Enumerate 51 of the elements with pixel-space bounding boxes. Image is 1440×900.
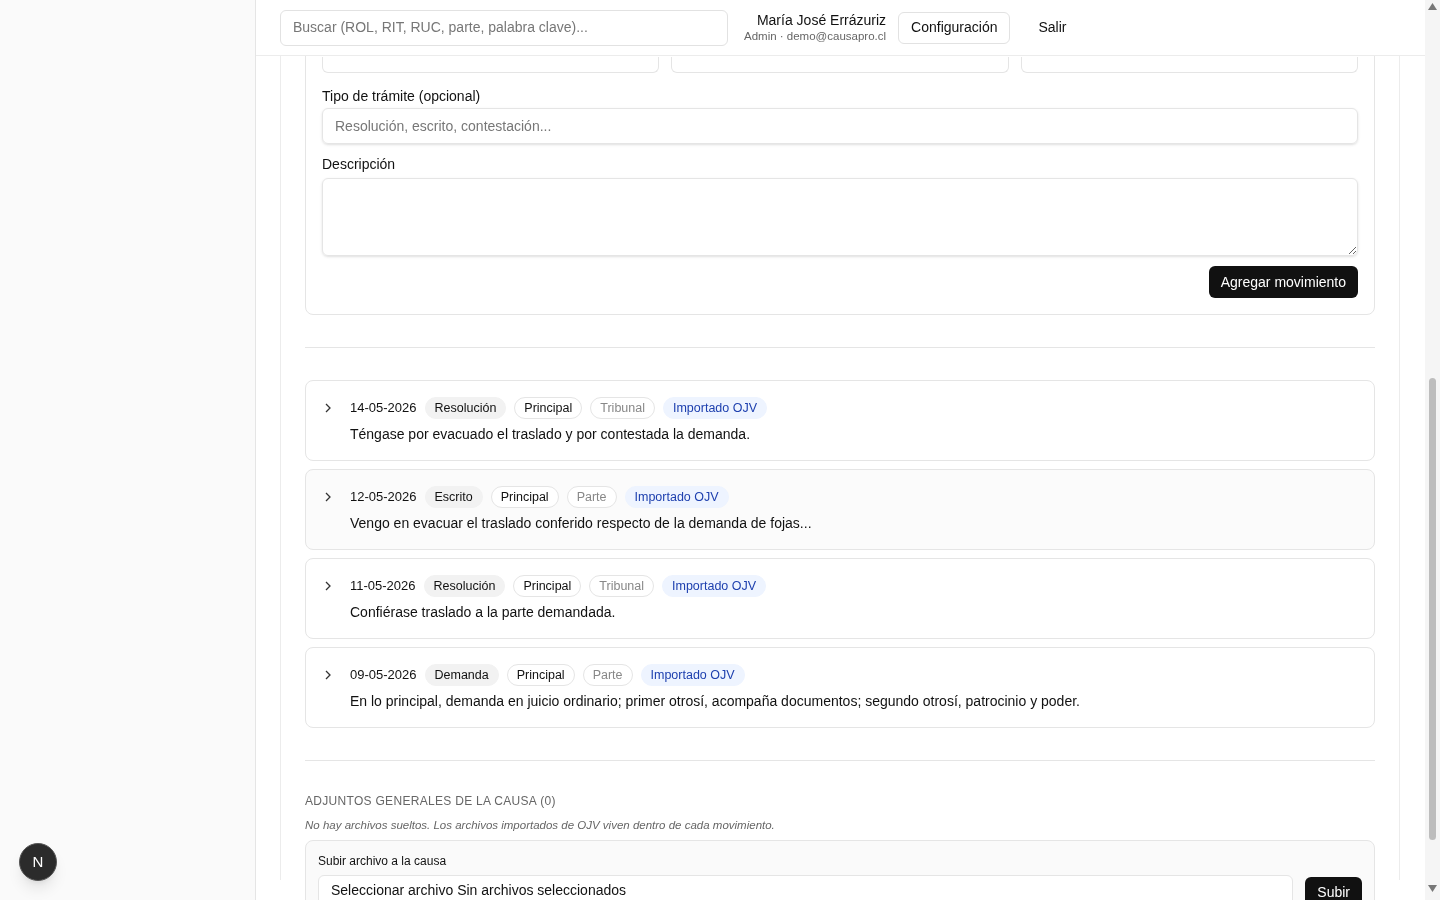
movement-description: Vengo en evacuar el traslado conferido respecto de la demanda de fojas... (350, 514, 813, 533)
section-heading: ADJUNTOS GENERALES DE LA CAUSA (0) (305, 793, 557, 809)
movement-description: Confiérase traslado a la parte demandada. (350, 603, 617, 622)
user-email: Admin · demo@causapro.cl (744, 29, 887, 44)
field-label: Descripción (322, 155, 397, 173)
field-label: Tipo de trámite (opcional) (322, 87, 482, 105)
upload-button[interactable]: Subir (1305, 877, 1362, 900)
tag: Parte (566, 486, 617, 508)
upload-label: Subir archivo a la causa (318, 853, 448, 869)
input-field[interactable] (671, 57, 1009, 73)
scroll-up-icon[interactable] (1428, 3, 1437, 10)
movement-card[interactable]: 12-05-2026 Escrito Principal Parte Importado OJV Vengo en evacuar el traslado conferido respecto de la demanda de fojas... (305, 469, 1375, 550)
description-field[interactable] (322, 178, 1358, 256)
select-field[interactable] (1020, 57, 1358, 73)
tag: Principal (506, 664, 575, 686)
logout-button[interactable]: Salir (1026, 11, 1079, 44)
search-field[interactable]: Buscar (ROL, RIT, RUC, parte, palabra clave)... (280, 9, 728, 46)
movement-date: 09-05-2026 (350, 666, 417, 685)
text-input[interactable]: Resolución, escrito, contestación... (322, 108, 1358, 144)
tag: Resolución (423, 575, 506, 597)
empty-note: No hay archivos sueltos. Los archivos importados de OJV viven dentro de cada movimiento. (305, 818, 776, 833)
movement-card[interactable]: 14-05-2026 Resolución Principal Tribunal Importado OJV Téngase por evacuado el traslado y por contestada la demanda. (305, 380, 1375, 461)
user-name: María José Errázuriz (756, 11, 887, 30)
tag: Importado OJV (663, 397, 768, 419)
settings-button[interactable]: Configuración (898, 11, 1011, 44)
tag: Principal (490, 486, 559, 508)
tag: Importado OJV (640, 664, 745, 686)
tag: Demanda (424, 664, 499, 686)
movement-description: Téngase por evacuado el traslado y por contestada la demanda. (350, 425, 752, 444)
movement-card[interactable]: 11-05-2026 Resolución Principal Tribunal Importado OJV Confiérase traslado a la parte demandada. (305, 558, 1375, 639)
tag: Importado OJV (662, 575, 767, 597)
tag: Tribunal (590, 397, 655, 419)
file-input[interactable]: Seleccionar archivo Sin archivos seleccionados (318, 875, 1294, 900)
add-movement-button[interactable]: Agregar movimiento (1208, 266, 1358, 298)
scrollbar-thumb[interactable] (1429, 378, 1436, 840)
tag: Importado OJV (624, 486, 729, 508)
movement-card[interactable]: 09-05-2026 Demanda Principal Parte Importado OJV En lo principal, demanda en juicio ordinario; primer otrosí, acompaña documentos; segundo otrosí, patrocinio y poder. (305, 647, 1375, 728)
movement-date: 12-05-2026 (350, 488, 417, 507)
scroll-down-icon[interactable] (1428, 885, 1437, 892)
tag: Principal (514, 397, 583, 419)
scrollbar[interactable] (1425, 0, 1440, 900)
movement-date: 11-05-2026 (350, 577, 416, 596)
tag: Principal (513, 575, 582, 597)
movement-description: En lo principal, demanda en juicio ordinario; primer otrosí, acompaña documentos; segundo otrosí, patrocinio y poder. (350, 692, 1081, 711)
tag: Escrito (424, 486, 483, 508)
tag: Parte (582, 664, 633, 686)
input-field[interactable] (322, 57, 660, 73)
avatar-button[interactable]: N (19, 843, 57, 881)
tag: Resolución (424, 397, 507, 419)
tag: Tribunal (589, 575, 655, 597)
movement-date: 14-05-2026 (350, 399, 417, 418)
